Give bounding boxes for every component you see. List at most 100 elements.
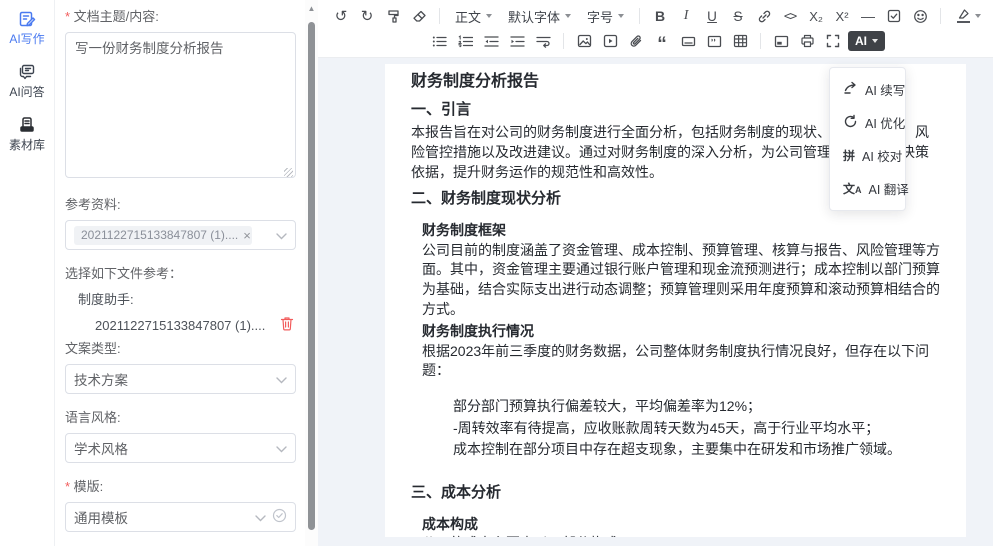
reference-tag-text: 2021122715133847807 (1).... — [81, 228, 238, 242]
highlight-color-dropdown[interactable] — [950, 5, 987, 27]
text-wrap-icon[interactable] — [532, 30, 554, 52]
inline-code-icon[interactable]: <> — [779, 5, 801, 27]
link-icon[interactable] — [753, 5, 775, 27]
code-block-icon[interactable] — [703, 30, 725, 52]
nav-item-ai-writing[interactable]: AI写作 — [9, 10, 44, 47]
topic-label: 文档主题/内容: — [65, 6, 296, 25]
ai-continue-icon — [843, 81, 858, 99]
doc-block: -周转效率有待提高，应收账款周转天数为45天，高于行业平均水平； — [411, 419, 940, 439]
file-group-label: 制度助手: — [78, 289, 296, 308]
nav-item-ai-qa[interactable]: AI问答 — [9, 63, 44, 100]
ai-writing-form: 文档主题/内容: 写一份财务制度分析报告 参考资料: 2021122715133… — [55, 0, 305, 546]
doc-block: 财务制度执行情况 — [411, 322, 940, 342]
video-icon[interactable] — [599, 30, 621, 52]
underline-button[interactable]: U — [701, 5, 723, 27]
menu-item-ai-translate[interactable]: 文A AI 翻译 — [830, 172, 905, 205]
menu-item-ai-optimize[interactable]: AI 优化 — [830, 106, 905, 139]
nav-label: 素材库 — [9, 136, 45, 153]
divider-block-icon[interactable] — [677, 30, 699, 52]
horizontal-rule-icon[interactable]: — — [857, 5, 879, 27]
chevron-down-icon — [255, 510, 266, 525]
app-window: AI写作 AI问答 素材库 文档主题/ — [0, 0, 993, 546]
doc-block: 财务制度框架 — [411, 221, 940, 241]
chevron-down-icon — [276, 441, 287, 456]
italic-button[interactable]: I — [675, 5, 697, 27]
template-label: 模版: — [65, 476, 296, 495]
outdent-icon[interactable] — [480, 30, 502, 52]
ai-tools-button[interactable]: AI — [848, 31, 885, 51]
delete-file-icon[interactable] — [280, 316, 294, 334]
ai-optimize-icon — [843, 114, 858, 132]
emoji-icon[interactable] — [909, 5, 931, 27]
file-section-label: 选择如下文件参考： — [65, 263, 296, 282]
doc-type-select[interactable]: 技术方案 — [65, 364, 296, 394]
file-name: 2021122715133847807 (1).... — [95, 318, 280, 333]
blockquote-icon[interactable]: “ — [651, 30, 673, 52]
strikethrough-button[interactable]: S — [727, 5, 749, 27]
chevron-down-icon — [276, 228, 287, 243]
font-family-dropdown[interactable]: 默认字体 — [502, 5, 577, 27]
file-row: 2021122715133847807 (1).... — [95, 316, 296, 334]
image-icon[interactable] — [573, 30, 595, 52]
attachment-icon[interactable] — [625, 30, 647, 52]
subscript-button[interactable]: X₂ — [805, 5, 827, 27]
menu-item-ai-continue[interactable]: AI 续写 — [830, 73, 905, 106]
doc-type-value: 技术方案 — [74, 369, 270, 389]
ordered-list-icon[interactable] — [454, 30, 476, 52]
ai-tools-menu: AI 续写 AI 优化 拼 AI 校对 文A AI 翻译 — [829, 67, 906, 211]
ai-proofread-icon: 拼 — [843, 150, 855, 162]
editor-toolbar: ↺ ↻ 正文 默认字体 — [318, 0, 993, 58]
task-list-icon[interactable] — [883, 5, 905, 27]
doc-block: 公司的成本主要由以下部分构成： — [411, 534, 940, 537]
paragraph-style-dropdown[interactable]: 正文 — [449, 5, 498, 27]
font-size-label: 字号 — [587, 7, 613, 26]
font-size-dropdown[interactable]: 字号 — [581, 5, 630, 27]
doc-type-label: 文案类型: — [65, 338, 296, 357]
reference-label: 参考资料: — [65, 194, 296, 213]
menu-item-label: AI 校对 — [862, 146, 902, 165]
menu-item-ai-proofread[interactable]: 拼 AI 校对 — [830, 139, 905, 172]
bold-button[interactable]: B — [649, 5, 671, 27]
eraser-icon[interactable] — [408, 5, 430, 27]
chevron-down-icon — [276, 372, 287, 387]
style-select[interactable]: 学术风格 — [65, 433, 296, 463]
indent-icon[interactable] — [506, 30, 528, 52]
style-label: 语言风格: — [65, 407, 296, 426]
doc-block: 三、成本分析 — [411, 482, 940, 503]
resize-grip[interactable] — [284, 168, 293, 177]
template-select[interactable]: 通用模板 — [65, 502, 296, 532]
form-scrollbar[interactable]: ▲ — [305, 0, 318, 546]
doc-block: 公司目前的制度涵盖了资金管理、成本控制、预算管理、核算与报告、风险管理等方面。其… — [411, 241, 940, 319]
paragraph-style-label: 正文 — [455, 7, 481, 26]
menu-item-label: AI 续写 — [865, 80, 905, 99]
template-value: 通用模板 — [74, 507, 249, 527]
reference-tag: 2021122715133847807 (1).... × — [74, 226, 252, 245]
source-view-icon[interactable] — [770, 30, 792, 52]
table-icon[interactable] — [729, 30, 751, 52]
format-painter-icon[interactable] — [382, 5, 404, 27]
ai-tools-label: AI — [855, 34, 867, 48]
menu-item-label: AI 翻译 — [869, 179, 909, 198]
bullet-list-icon[interactable] — [428, 30, 450, 52]
fullscreen-icon[interactable] — [822, 30, 844, 52]
check-circle-icon — [272, 508, 287, 526]
doc-block: 部分部门预算执行偏差较大，平均偏差率为12%； — [411, 397, 940, 417]
highlighter-icon — [956, 9, 970, 23]
doc-block: 成本控制在部分项目中存在超支现象，主要集中在研发和市场推广领域。 — [411, 440, 940, 460]
doc-block: 成本构成 — [411, 515, 940, 535]
print-icon[interactable] — [796, 30, 818, 52]
nav-rail: AI写作 AI问答 素材库 — [0, 0, 55, 546]
chat-icon — [18, 63, 36, 81]
scroll-up-arrow-icon[interactable]: ▲ — [307, 4, 316, 13]
redo-icon[interactable]: ↻ — [356, 5, 378, 27]
tag-remove-icon[interactable]: × — [243, 228, 251, 243]
nav-label: AI写作 — [9, 30, 44, 47]
ai-translate-icon: 文A — [843, 183, 862, 195]
nav-item-material-library[interactable]: 素材库 — [9, 116, 45, 153]
library-icon — [18, 116, 36, 134]
topic-input[interactable]: 写一份财务制度分析报告 — [65, 32, 296, 178]
superscript-button[interactable]: X² — [831, 5, 853, 27]
reference-select[interactable]: 2021122715133847807 (1).... × — [65, 220, 296, 250]
scrollbar-thumb[interactable] — [308, 22, 315, 530]
undo-icon[interactable]: ↺ — [330, 5, 352, 27]
